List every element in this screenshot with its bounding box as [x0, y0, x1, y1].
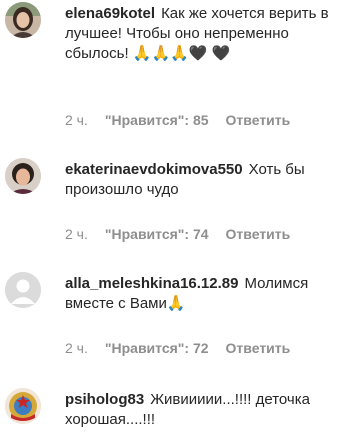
comment-meta: 2 ч. "Нравится": 72 Ответить — [65, 340, 307, 356]
comment-likes[interactable]: "Нравится": 74 — [105, 226, 209, 242]
reply-button[interactable]: Ответить — [226, 226, 291, 242]
comment-meta: 2 ч. "Нравится": 74 Ответить — [65, 226, 307, 242]
comment-likes[interactable]: "Нравится": 72 — [105, 340, 209, 356]
comment-time: 2 ч. — [65, 112, 88, 128]
comment-time: 2 ч. — [65, 226, 88, 242]
comment-username[interactable]: elena69kotel — [65, 5, 155, 22]
avatar[interactable] — [5, 158, 41, 194]
comment-text: ekaterinaevdokimova550 Хоть бы произошло … — [65, 160, 331, 200]
comment-username[interactable]: ekaterinaevdokimova550 — [65, 161, 243, 178]
comment-time: 2 ч. — [65, 340, 88, 356]
comment-text: psiholog83 Живиииии...!!!! деточка хороша… — [65, 390, 331, 430]
avatar[interactable] — [5, 2, 41, 38]
woman-profile-photo-icon — [5, 158, 41, 194]
default-user-icon — [5, 272, 41, 308]
reply-button[interactable]: Ответить — [226, 112, 291, 128]
woman-profile-photo-icon — [5, 2, 41, 38]
comment-text: alla_meleshkina16.12.89 Молимся вместе с … — [65, 274, 331, 314]
avatar[interactable] — [5, 388, 41, 424]
reply-button[interactable]: Ответить — [226, 340, 291, 356]
comment-username[interactable]: psiholog83 — [65, 391, 144, 408]
comment-text: elena69kotel Как же хочется верить в лучш… — [65, 4, 331, 64]
comment-meta: 2 ч. "Нравится": 85 Ответить — [65, 112, 307, 128]
ussr-emblem-icon — [5, 388, 41, 424]
comment-username[interactable]: alla_meleshkina16.12.89 — [65, 275, 238, 292]
comment-likes[interactable]: "Нравится": 85 — [105, 112, 209, 128]
avatar[interactable] — [5, 272, 41, 308]
